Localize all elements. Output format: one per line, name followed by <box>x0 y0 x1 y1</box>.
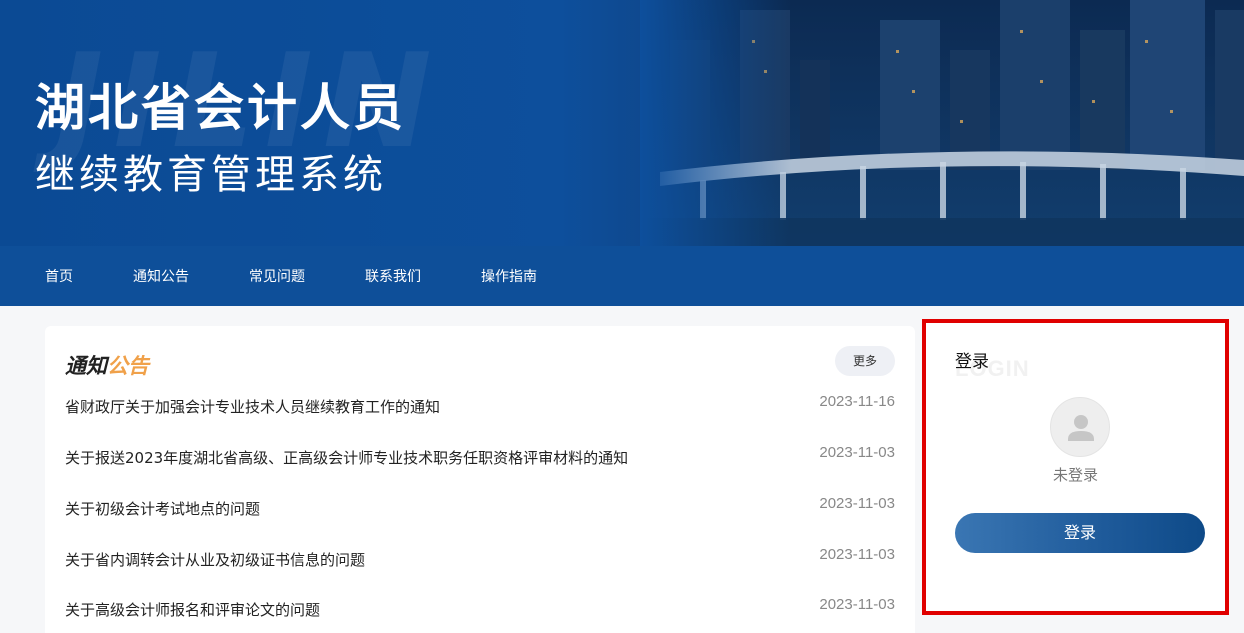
nav-item-contact[interactable]: 联系我们 <box>365 266 421 286</box>
nav-item-home[interactable]: 首页 <box>45 266 73 286</box>
nav-item-faq[interactable]: 常见问题 <box>249 266 305 286</box>
notice-heading-part2: 公告 <box>107 354 149 378</box>
user-icon <box>1068 415 1094 441</box>
notice-item-date: 2023-11-03 <box>819 444 895 461</box>
notice-item[interactable]: 关于报送2023年度湖北省高级、正高级会计师专业技术职务任职资格评审材料的通知 … <box>65 444 895 471</box>
nav-item-guide[interactable]: 操作指南 <box>481 266 537 286</box>
avatar <box>1050 397 1110 457</box>
notice-item-date: 2023-11-03 <box>819 495 895 512</box>
login-status: 未登录 <box>1052 466 1098 484</box>
notice-item-date: 2023-11-03 <box>819 596 895 613</box>
city-skyline-image <box>640 0 1244 246</box>
notice-item[interactable]: 关于省内调转会计从业及初级证书信息的问题 2023-11-03 <box>65 546 895 573</box>
site-subtitle: 继续教育管理系统 <box>35 152 387 198</box>
more-button[interactable]: 更多 <box>835 346 895 376</box>
notice-item-title[interactable]: 省财政厅关于加强会计专业技术人员继续教育工作的通知 <box>65 396 440 417</box>
notice-item[interactable]: 关于高级会计师报名和评审论文的问题 2023-11-03 <box>65 596 895 623</box>
notice-item[interactable]: 关于初级会计考试地点的问题 2023-11-03 <box>65 495 895 522</box>
notice-heading-part1: 通知 <box>65 354 107 378</box>
login-title: 登录 <box>955 352 989 372</box>
notice-item-title[interactable]: 关于报送2023年度湖北省高级、正高级会计师专业技术职务任职资格评审材料的通知 <box>65 447 628 468</box>
notice-item-date: 2023-11-03 <box>819 546 895 563</box>
nav-item-notices[interactable]: 通知公告 <box>133 266 189 286</box>
notice-item-title[interactable]: 关于初级会计考试地点的问题 <box>65 498 260 519</box>
notice-item-date: 2023-11-16 <box>819 393 895 410</box>
site-title: 湖北省会计人员 <box>35 79 406 137</box>
login-button[interactable]: 登录 <box>955 513 1205 553</box>
login-panel: LOGIN 登录 未登录 登录 <box>922 319 1229 615</box>
header-banner: JILIN 湖北省会计人员 继续教育管理系统 <box>0 0 1244 246</box>
notice-item-title[interactable]: 关于高级会计师报名和评审论文的问题 <box>65 599 320 620</box>
notice-heading: 通知公告 <box>65 350 149 380</box>
notice-item[interactable]: 省财政厅关于加强会计专业技术人员继续教育工作的通知 2023-11-16 <box>65 393 895 420</box>
notice-item-title[interactable]: 关于省内调转会计从业及初级证书信息的问题 <box>65 549 365 570</box>
main-nav: 首页 通知公告 常见问题 联系我们 操作指南 <box>0 246 1244 306</box>
notice-panel: 通知公告 更多 省财政厅关于加强会计专业技术人员继续教育工作的通知 2023-1… <box>45 326 915 633</box>
